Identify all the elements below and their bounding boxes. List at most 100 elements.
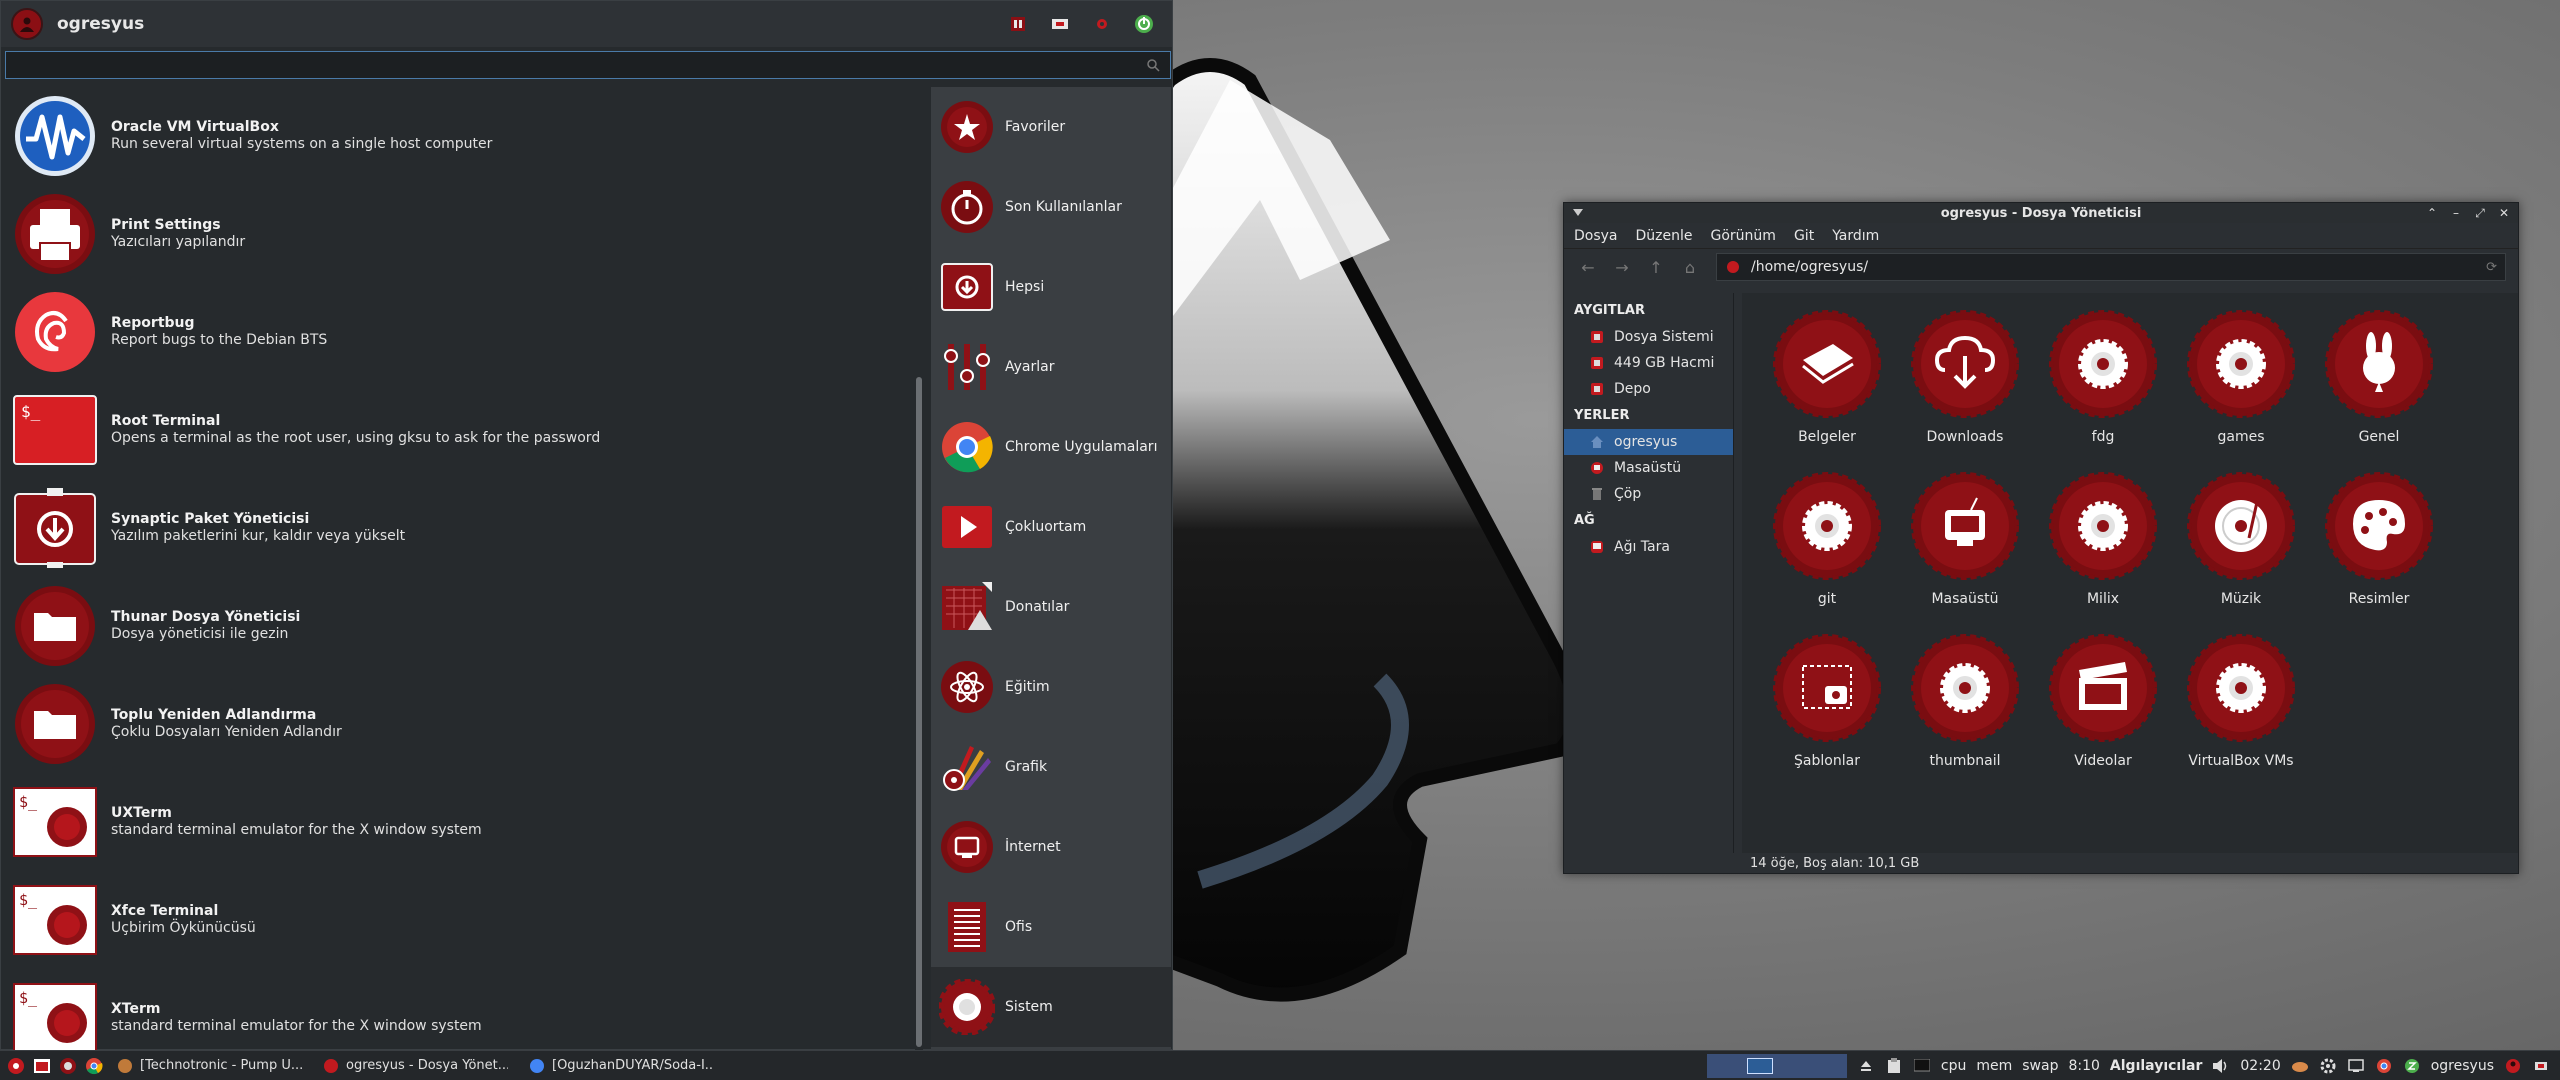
window-menu-icon[interactable]	[1572, 207, 1584, 219]
file-item-thumbnail[interactable]: thumbnail	[1896, 633, 2034, 795]
app-item-xterm[interactable]: $_ XTerm standard terminal emulator for t…	[5, 969, 919, 1051]
app-item-print-settings[interactable]: Print Settings Yazıcıları yapılandır	[5, 185, 919, 283]
file-item-git[interactable]: git	[1758, 471, 1896, 633]
back-arrow-icon[interactable]: ←	[1578, 257, 1598, 277]
menu-launcher-icon[interactable]	[6, 1056, 26, 1076]
app-item-synaptic[interactable]: Synaptic Paket Yöneticisi Yazılım paketle…	[5, 479, 919, 577]
file-item-virtualbox-vms[interactable]: VirtualBox VMs	[2172, 633, 2310, 795]
category-office[interactable]: Ofis	[931, 887, 1171, 967]
clipboard-icon[interactable]	[1885, 1057, 1903, 1075]
file-item-muzik[interactable]: Müzik	[2172, 471, 2310, 633]
swap-monitor[interactable]: swap	[2022, 1058, 2058, 1074]
file-manager-window: ogresyus - Dosya Yöneticisi ⌃ – ⤢ ✕ Dosy…	[1563, 202, 2519, 874]
cpu-monitor[interactable]: cpu	[1941, 1058, 1966, 1074]
volume-icon[interactable]	[2212, 1057, 2230, 1075]
user-avatar-icon[interactable]	[2504, 1057, 2522, 1075]
workspace-switcher[interactable]	[1706, 1054, 1847, 1078]
lock-screen-icon[interactable]	[1050, 14, 1070, 34]
file-item-masaustu[interactable]: Masaüstü	[1896, 471, 2034, 633]
power-icon[interactable]	[1134, 14, 1154, 34]
clock[interactable]: 02:20	[2240, 1058, 2280, 1074]
menu-edit[interactable]: Düzenle	[1636, 228, 1693, 244]
sidebar-item-desktop[interactable]: Masaüstü	[1564, 455, 1733, 481]
sidebar-item-filesystem[interactable]: Dosya Sistemi	[1564, 324, 1733, 350]
svg-text:$_: $_	[19, 989, 38, 1007]
category-chrome-apps[interactable]: Chrome Uygulamaları	[931, 407, 1171, 487]
app-item-reportbug[interactable]: Reportbug Report bugs to the Debian BTS	[5, 283, 919, 381]
logout-icon[interactable]	[2532, 1057, 2550, 1075]
settings-tray-icon[interactable]	[2319, 1057, 2337, 1075]
menu-help[interactable]: Yardım	[1832, 228, 1879, 244]
file-item-resimler[interactable]: Resimler	[2310, 471, 2448, 633]
category-favorites[interactable]: Favoriler	[931, 87, 1171, 167]
close-icon[interactable]: ✕	[2498, 207, 2510, 219]
printer-icon	[13, 192, 97, 276]
menu-search-box[interactable]	[5, 51, 1171, 79]
search-input[interactable]	[6, 52, 1170, 78]
home-icon[interactable]: ⌂	[1680, 257, 1700, 277]
task-browser[interactable]: [OguzhanDUYAR/Soda-I...	[522, 1053, 722, 1079]
display-icon[interactable]	[1913, 1057, 1931, 1075]
category-system[interactable]: Sistem	[931, 967, 1171, 1047]
minimize-icon[interactable]: –	[2450, 207, 2462, 219]
task-music-player[interactable]: [Technotronic - Pump U...	[110, 1053, 310, 1079]
category-settings[interactable]: Ayarlar	[931, 327, 1171, 407]
chrome-tray-icon[interactable]	[2375, 1057, 2393, 1075]
forward-arrow-icon[interactable]: →	[1612, 257, 1632, 277]
workspace-1[interactable]	[1746, 1058, 1773, 1074]
switch-user-icon[interactable]	[1092, 14, 1112, 34]
network-tray-icon[interactable]	[2347, 1057, 2365, 1075]
terminal-launcher-icon[interactable]	[32, 1056, 52, 1076]
mem-monitor[interactable]: mem	[1976, 1058, 2012, 1074]
menu-file[interactable]: Dosya	[1574, 228, 1618, 244]
location-bar[interactable]: ⟳	[1716, 253, 2506, 281]
sidebar-item-home[interactable]: ogresyus	[1564, 429, 1733, 455]
app-item-root-terminal[interactable]: $_ Root Terminal Opens a terminal as the …	[5, 381, 919, 479]
location-input[interactable]	[1751, 259, 2451, 275]
reload-icon[interactable]: ⟳	[2486, 260, 2497, 275]
file-item-belgeler[interactable]: Belgeler	[1758, 309, 1896, 471]
tray-app-icon[interactable]	[2291, 1057, 2309, 1075]
file-item-downloads[interactable]: Downloads	[1896, 309, 2034, 471]
category-accessories[interactable]: Donatılar	[931, 567, 1171, 647]
sidebar-item-depo[interactable]: Depo	[1564, 376, 1733, 402]
sidebar-item-trash[interactable]: Çöp	[1564, 481, 1733, 507]
session-username[interactable]: ogresyus	[2431, 1058, 2494, 1074]
system-launcher-icon[interactable]	[58, 1056, 78, 1076]
maximize-icon[interactable]: ⤢	[2474, 207, 2486, 219]
category-multimedia[interactable]: Çokluortam	[931, 487, 1171, 567]
up-arrow-icon[interactable]: ↑	[1646, 257, 1666, 277]
category-education[interactable]: Eğitim	[931, 647, 1171, 727]
category-graphics[interactable]: Grafik	[931, 727, 1171, 807]
category-all[interactable]: Hepsi	[931, 247, 1171, 327]
category-internet[interactable]: İnternet	[931, 807, 1171, 887]
app-list-scrollbar[interactable]	[915, 87, 923, 1051]
settings-manager-icon[interactable]	[1008, 14, 1028, 34]
chrome-launcher-icon[interactable]	[84, 1056, 104, 1076]
scrollbar-thumb[interactable]	[916, 377, 922, 1047]
file-item-fdg[interactable]: fdg	[2034, 309, 2172, 471]
app-item-xfce-terminal[interactable]: $_ Xfce Terminal Uçbirim Öykünücüsü	[5, 871, 919, 969]
sensors-label[interactable]: Algılayıcılar	[2110, 1058, 2202, 1074]
user-avatar[interactable]	[11, 8, 43, 40]
app-item-virtualbox[interactable]: Oracle VM VirtualBox Run several virtual …	[5, 87, 919, 185]
update-tray-icon[interactable]	[2403, 1057, 2421, 1075]
file-item-genel[interactable]: Genel	[2310, 309, 2448, 471]
app-item-uxterm[interactable]: $_ UXTerm standard terminal emulator for …	[5, 773, 919, 871]
eject-icon[interactable]	[1857, 1057, 1875, 1075]
window-titlebar[interactable]: ogresyus - Dosya Yöneticisi ⌃ – ⤢ ✕	[1564, 203, 2518, 223]
app-item-thunar[interactable]: Thunar Dosya Yöneticisi Dosya yöneticisi …	[5, 577, 919, 675]
sidebar-item-browse-network[interactable]: Ağı Tara	[1564, 534, 1733, 560]
menu-go[interactable]: Git	[1794, 228, 1814, 244]
file-item-sablonlar[interactable]: Şablonlar	[1758, 633, 1896, 795]
file-item-games[interactable]: games	[2172, 309, 2310, 471]
app-item-bulk-rename[interactable]: Toplu Yeniden Adlandırma Çoklu Dosyaları …	[5, 675, 919, 773]
task-file-manager[interactable]: ogresyus - Dosya Yönet...	[316, 1053, 516, 1079]
file-item-videolar[interactable]: Videolar	[2034, 633, 2172, 795]
sidebar-item-volume[interactable]: 449 GB Hacmi	[1564, 350, 1733, 376]
shade-icon[interactable]: ⌃	[2426, 207, 2438, 219]
menu-view[interactable]: Görünüm	[1711, 228, 1776, 244]
file-item-milix[interactable]: Milix	[2034, 471, 2172, 633]
category-recent[interactable]: Son Kullanılanlar	[931, 167, 1171, 247]
sidebar-heading-network: AĞ	[1574, 513, 1595, 528]
